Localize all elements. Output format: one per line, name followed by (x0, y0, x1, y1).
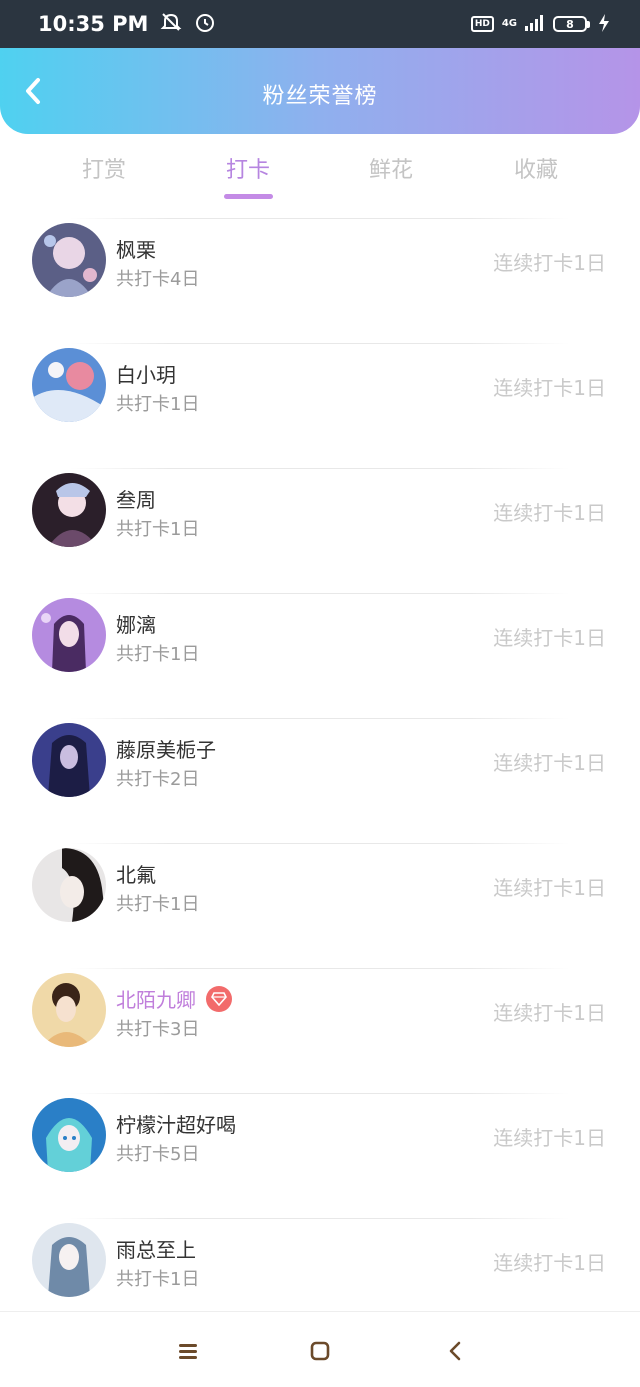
divider (70, 593, 570, 594)
charging-icon (598, 13, 610, 35)
home-square-icon[interactable] (305, 1336, 335, 1366)
avatar[interactable] (32, 1223, 106, 1297)
battery-level: 8 (553, 16, 587, 32)
divider (70, 1218, 570, 1219)
menu-icon[interactable] (173, 1336, 203, 1366)
bell-off-icon (160, 11, 182, 38)
name-line: 柠檬汁超好喝 (116, 1109, 236, 1138)
fan-name: 柠檬汁超好喝 (116, 1113, 236, 1137)
fan-name: 北氟 (116, 863, 156, 887)
vip-diamond-icon (206, 985, 232, 1012)
name-line: 藤原美栀子 (116, 734, 216, 763)
fan-total-checkins: 共打卡2日 (116, 769, 200, 790)
fan-streak: 连续打卡1日 (493, 501, 606, 525)
avatar[interactable] (32, 723, 106, 797)
divider (70, 468, 570, 469)
signal-icon (525, 14, 545, 34)
fan-name: 娜漓 (116, 613, 156, 637)
fan-total-checkins: 共打卡1日 (116, 519, 200, 540)
fan-streak: 连续打卡1日 (493, 876, 606, 900)
fan-streak: 连续打卡1日 (493, 751, 606, 775)
tab-active-indicator (224, 194, 273, 199)
fan-total-checkins: 共打卡1日 (116, 644, 200, 665)
fan-list: 枫栗 共打卡4日 连续打卡1日 白小玥 共打卡1日 连续打卡1日 叁周 共打卡1… (0, 206, 640, 1331)
tab-flowers[interactable]: 鲜花 (341, 152, 441, 184)
battery-icon: 8 (553, 16, 590, 32)
divider (70, 843, 570, 844)
fan-total-checkins: 共打卡1日 (116, 894, 200, 915)
fan-name: 北陌九卿 (116, 988, 196, 1012)
list-item[interactable]: 枫栗 共打卡4日 连续打卡1日 (0, 206, 640, 331)
page-title: 粉丝荣誉榜 (262, 84, 378, 109)
list-item[interactable]: 藤原美栀子 共打卡2日 连续打卡1日 (0, 706, 640, 831)
tab-reward[interactable]: 打赏 (54, 152, 154, 184)
avatar[interactable] (32, 1098, 106, 1172)
list-item[interactable]: 娜漓 共打卡1日 连续打卡1日 (0, 581, 640, 706)
fan-name: 白小玥 (116, 363, 176, 387)
fan-name: 雨总至上 (116, 1238, 196, 1262)
status-bar: 10:35 PM HD 4G 8 (0, 0, 640, 48)
status-right: HD 4G 8 (470, 13, 610, 35)
list-item[interactable]: 柠檬汁超好喝 共打卡5日 连续打卡1日 (0, 1081, 640, 1206)
tab-checkin[interactable]: 打卡 (198, 152, 298, 184)
system-nav-bar (0, 1311, 640, 1387)
name-line: 娜漓 (116, 609, 156, 638)
alarm-icon (194, 11, 216, 38)
fan-name: 叁周 (116, 488, 156, 512)
avatar[interactable] (32, 223, 106, 297)
fan-total-checkins: 共打卡3日 (116, 1019, 200, 1040)
fan-streak: 连续打卡1日 (493, 376, 606, 400)
fan-streak: 连续打卡1日 (493, 1251, 606, 1275)
divider (70, 968, 570, 969)
fan-streak: 连续打卡1日 (493, 251, 606, 275)
hd-badge: HD (470, 16, 494, 32)
fan-name: 藤原美栀子 (116, 738, 216, 762)
fan-streak: 连续打卡1日 (493, 1001, 606, 1025)
fan-streak: 连续打卡1日 (493, 1126, 606, 1150)
tab-bar: 打赏 打卡 鲜花 收藏 (0, 134, 640, 204)
tab-favorites[interactable]: 收藏 (486, 152, 586, 184)
avatar[interactable] (32, 473, 106, 547)
status-time: 10:35 PM (38, 12, 149, 36)
divider (70, 218, 570, 219)
divider (70, 1093, 570, 1094)
name-line: 枫栗 (116, 234, 156, 263)
fan-name: 枫栗 (116, 238, 156, 262)
name-line: 白小玥 (116, 359, 176, 388)
back-triangle-icon[interactable] (440, 1336, 470, 1366)
status-left: 10:35 PM (38, 11, 216, 38)
name-line: 叁周 (116, 484, 156, 513)
avatar[interactable] (32, 348, 106, 422)
avatar[interactable] (32, 598, 106, 672)
network-type: 4G (501, 18, 517, 29)
header: 粉丝荣誉榜 (0, 48, 640, 134)
fan-total-checkins: 共打卡1日 (116, 1269, 200, 1290)
list-item[interactable]: 白小玥 共打卡1日 连续打卡1日 (0, 331, 640, 456)
fan-total-checkins: 共打卡5日 (116, 1144, 200, 1165)
fan-streak: 连续打卡1日 (493, 626, 606, 650)
list-item[interactable]: 北氟 共打卡1日 连续打卡1日 (0, 831, 640, 956)
name-line: 北氟 (116, 859, 156, 888)
avatar[interactable] (32, 848, 106, 922)
list-item[interactable]: 北陌九卿 共打卡3日 连续打卡1日 (0, 956, 640, 1081)
divider (70, 718, 570, 719)
divider (70, 343, 570, 344)
list-item[interactable]: 叁周 共打卡1日 连续打卡1日 (0, 456, 640, 581)
name-line: 雨总至上 (116, 1234, 196, 1263)
fan-total-checkins: 共打卡1日 (116, 394, 200, 415)
fan-total-checkins: 共打卡4日 (116, 269, 200, 290)
avatar[interactable] (32, 973, 106, 1047)
name-line: 北陌九卿 (116, 984, 232, 1013)
